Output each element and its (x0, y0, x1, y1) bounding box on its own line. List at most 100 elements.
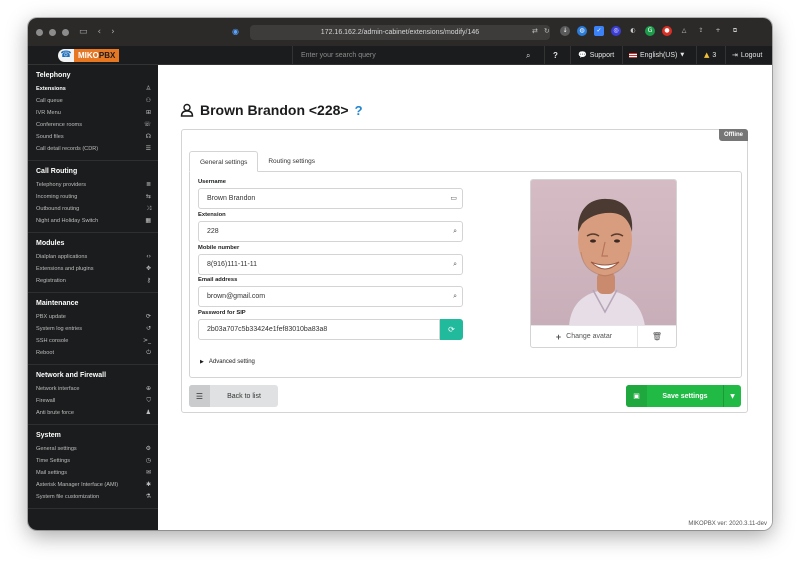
save-options-dropdown[interactable]: ▼ (723, 385, 741, 407)
sidebar-item[interactable]: Dialplan applications ‹› (28, 251, 158, 263)
sidebar-item[interactable]: Conference rooms ☏ (28, 119, 158, 131)
sidebar-item-label: Call queue (36, 98, 63, 104)
logout-label: Logout (740, 52, 763, 59)
mobile-value: 8(916)111-11-11 (207, 261, 258, 268)
sidebar-item[interactable]: Network interface ⊕ (28, 383, 158, 395)
extension-icon-3[interactable]: G (645, 26, 655, 36)
sidebar-item[interactable]: Registration ⚷ (28, 275, 158, 287)
sidebar-item[interactable]: Sound files ☊ (28, 131, 158, 143)
header-search-input[interactable]: Enter your search query (292, 46, 543, 65)
help-question-icon[interactable]: ? (355, 103, 363, 118)
sidebar-item[interactable]: Night and Holiday Switch ▦ (28, 215, 158, 227)
notifications-button[interactable]: ▲ 3 (704, 46, 716, 65)
sidebar-item[interactable]: SSH console >_ (28, 335, 158, 347)
sidebar-item-label: Dialplan applications (36, 254, 88, 260)
new-tab-icon[interactable]: + (713, 26, 723, 36)
save-settings-button[interactable]: ▣ Save settings ▼ (626, 385, 741, 407)
reload-icon[interactable]: ↻ (544, 27, 550, 35)
sidebar-item[interactable]: Anti brute force ♟ (28, 407, 158, 419)
sip-password-label: Password for SIP (198, 310, 246, 316)
calendar-icon: ▦ (145, 217, 151, 224)
language-dropdown[interactable]: English(US) ▼ (629, 46, 684, 65)
avatar-actions: + Change avatar 🗑 (531, 325, 676, 347)
share-icon[interactable]: ⇪ (696, 26, 706, 36)
support-button[interactable]: 💬 Support (578, 46, 614, 65)
header-divider (544, 46, 545, 65)
window-controls[interactable] (36, 28, 69, 36)
sidebar-item[interactable]: Call detail records (CDR) ☰ (28, 143, 158, 155)
user-avatar-image[interactable] (531, 180, 677, 326)
sidebar-item-label: System log entries (36, 326, 83, 332)
minimize-window-button[interactable] (49, 28, 56, 36)
help-button[interactable]: ? (553, 46, 558, 65)
search-icon[interactable]: ⌕ (526, 46, 530, 65)
sidebar-item[interactable]: System file customization ⚗ (28, 491, 158, 503)
sidebar-item[interactable]: Extensions ♙ (28, 83, 158, 95)
sidebar-menu: Telephony Extensions ♙ Call queue ⚇ IVR Menu ⊞… (28, 65, 158, 530)
username-input[interactable]: Brown Brandon ▭ (198, 188, 463, 209)
sidebar-item[interactable]: Reboot ⏻ (28, 347, 158, 359)
language-label: English(US) (640, 52, 678, 59)
logout-button[interactable]: ⇥ Logout (732, 46, 762, 65)
support-label: Support (589, 52, 615, 59)
tab-menu: General settings Routing settings (189, 151, 325, 172)
sidebar-item[interactable]: Call queue ⚇ (28, 95, 158, 107)
sidebar-item[interactable]: IVR Menu ⊞ (28, 107, 158, 119)
sidebar-item[interactable]: Incoming routing ⇆ (28, 191, 158, 203)
back-to-list-button[interactable]: ☰ Back to list (189, 385, 278, 407)
advanced-settings-toggle[interactable]: ▶ Advanced setting (200, 359, 255, 365)
sidebar-item[interactable]: Telephony providers ≣ (28, 179, 158, 191)
translate-icon[interactable]: ⇄ (532, 27, 538, 35)
route-icon: ⇆ (145, 193, 151, 200)
back-arrow-icon[interactable]: ‹ (98, 27, 102, 37)
us-flag-icon (629, 53, 637, 58)
sidebar-item[interactable]: Firewall ⛉ (28, 395, 158, 407)
sidebar-section: Modules Dialplan applications ‹› Extensions… (28, 233, 158, 293)
change-avatar-button[interactable]: + Change avatar (531, 326, 638, 347)
sidebar-item[interactable]: Extensions and plugins ✥ (28, 263, 158, 275)
sip-password-input[interactable]: 2b03a707c5b33424e1fef83010ba83a8 (198, 319, 440, 340)
mobile-input[interactable]: 8(916)111-11-11 ⌕ (198, 254, 463, 275)
sidebar-item[interactable]: Time Settings ◷ (28, 455, 158, 467)
forward-arrow-icon[interactable]: › (111, 27, 115, 37)
regenerate-password-button[interactable]: ⟳ (440, 319, 463, 340)
tabs-overview-icon[interactable]: ⧉ (730, 26, 740, 36)
extension-value: 228 (207, 228, 219, 235)
search-placeholder: Enter your search query (301, 52, 376, 59)
sip-password-value: 2b03a707c5b33424e1fef83010ba83a8 (207, 326, 328, 333)
extension-input[interactable]: 228 ⌕ (198, 221, 463, 242)
sidebar-item-label: IVR Menu (36, 110, 61, 116)
clock-icon: ◷ (145, 457, 151, 464)
sidebar-item[interactable]: General settings ⚙ (28, 443, 158, 455)
server-icon: ≣ (145, 181, 151, 188)
browser-window: ▭ ‹ › ◉ 172.16.162.2/admin-cabinet/exten… (28, 18, 772, 530)
warning-icon[interactable]: △ (679, 26, 689, 36)
zoom-window-button[interactable] (62, 28, 69, 36)
sidebar-toggle-icon[interactable]: ▭ (79, 27, 88, 37)
sidebar-item-label: Network interface (36, 386, 80, 392)
sidebar-section: Telephony Extensions ♙ Call queue ⚇ IVR Menu ⊞… (28, 65, 158, 161)
mikopbx-logo[interactable]: ☎ MIKOPBX (58, 48, 120, 62)
close-window-button[interactable] (36, 28, 43, 36)
address-bar[interactable]: 172.16.162.2/admin-cabinet/extensions/mo… (250, 25, 550, 40)
sidebar-item-label: Sound files (36, 134, 64, 140)
download-icon[interactable]: ↓ (560, 26, 570, 36)
shield-icon: ◉ (232, 27, 239, 36)
sidebar-item-label: Extensions and plugins (36, 266, 94, 272)
email-input[interactable]: brown@gmail.com ⌕ (198, 286, 463, 307)
sidebar-item[interactable]: Mail settings ✉ (28, 467, 158, 479)
privacy-icon[interactable]: ◐ (628, 26, 638, 36)
sidebar-item[interactable]: System log entries ↺ (28, 323, 158, 335)
tab-general-settings[interactable]: General settings (189, 151, 259, 172)
sidebar-item[interactable]: Outbound routing ⤨ (28, 203, 158, 215)
extension-icon-1[interactable]: ◍ (577, 26, 587, 36)
tab-routing-settings[interactable]: Routing settings (258, 151, 325, 172)
shield-check-icon[interactable]: ✓ (594, 26, 604, 36)
extension-icon-4[interactable]: ● (662, 26, 672, 36)
delete-avatar-button[interactable]: 🗑 (638, 326, 676, 347)
sidebar-item[interactable]: PBX update ⟳ (28, 311, 158, 323)
sidebar-item[interactable]: Asterisk Manager Interface (AMI) ✱ (28, 479, 158, 491)
extension-icon-2[interactable]: ◎ (611, 26, 621, 36)
sidebar-section: Call Routing Telephony providers ≣ Incoming… (28, 161, 158, 233)
caret-right-icon: ▶ (200, 359, 204, 365)
